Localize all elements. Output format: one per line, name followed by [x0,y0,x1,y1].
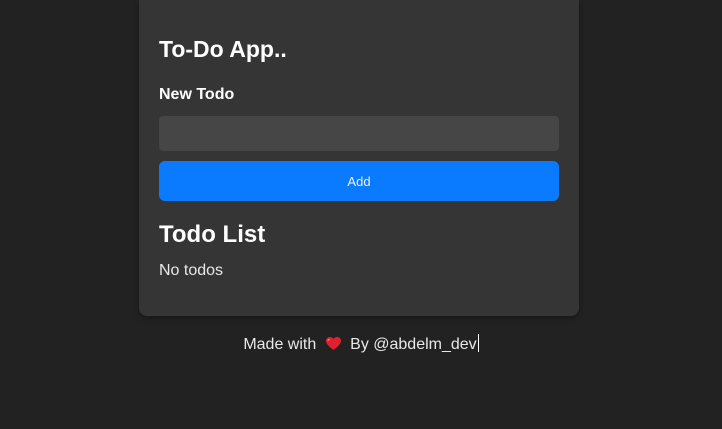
footer: Made with By @abdelm_dev [0,334,722,356]
empty-todos-message: No todos [159,262,224,279]
new-todo-label: New Todo [159,86,235,103]
todo-list-title: Todo List [159,221,266,248]
footer-prefix: Made with [243,336,317,353]
new-todo-input[interactable] [159,116,559,151]
todo-card: To-Do App.. New Todo Add Todo List No to… [139,0,579,316]
text-cursor [477,334,479,352]
add-button[interactable]: Add [159,161,559,201]
footer-author[interactable]: By @abdelm_dev [350,336,477,353]
app-title: To-Do App.. [159,36,287,62]
heart-icon [325,336,342,356]
